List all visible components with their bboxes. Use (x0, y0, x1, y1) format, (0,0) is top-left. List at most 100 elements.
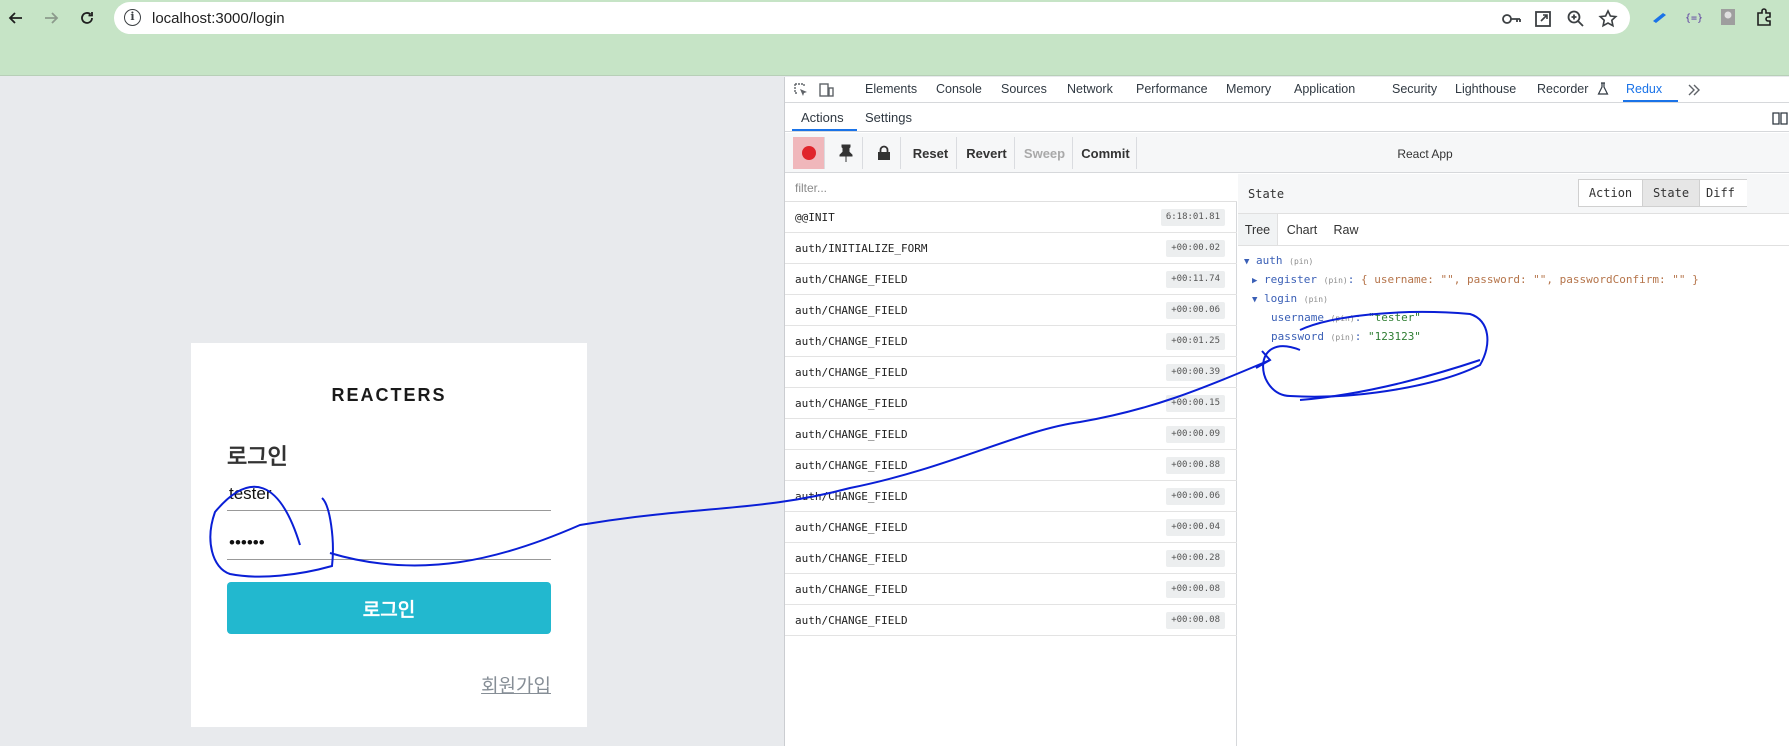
tab-redux[interactable]: Redux (1626, 82, 1662, 96)
tab-console[interactable]: Console (936, 82, 982, 96)
page-viewport: REACTERS 로그인 로그인 회원가입 (0, 77, 784, 746)
action-row[interactable]: auth/CHANGE_FIELD +00:00.08 (785, 605, 1237, 636)
svg-text:{=}: {=} (1685, 13, 1703, 24)
site-info-icon[interactable]: i (124, 9, 141, 26)
action-row[interactable]: auth/CHANGE_FIELD +00:00.28 (785, 543, 1237, 574)
brand-logo[interactable]: REACTERS (191, 385, 587, 406)
tree-node-login[interactable]: ▼ login (pin) (1252, 292, 1328, 305)
expanded-arrow-icon: ▼ (1252, 295, 1258, 305)
action-time: +00:00.28 (1166, 550, 1225, 567)
book-icon[interactable] (1771, 109, 1789, 127)
instance-selector[interactable]: React App (1125, 147, 1725, 161)
tab-memory[interactable]: Memory (1226, 82, 1271, 96)
action-time: +00:00.15 (1166, 395, 1225, 412)
extension-blue-icon[interactable] (1648, 6, 1670, 28)
tab-network[interactable]: Network (1067, 82, 1113, 96)
revert-button[interactable]: Revert (959, 137, 1015, 169)
forward-arrow-icon[interactable] (39, 6, 63, 30)
action-name: auth/CHANGE_FIELD (795, 272, 908, 286)
tab-recorder[interactable]: Recorder (1537, 82, 1588, 96)
action-time: +00:00.39 (1166, 364, 1225, 381)
tree-node-register[interactable]: ▶ register (pin): { username: "", passwo… (1252, 273, 1699, 286)
lock-button[interactable] (867, 137, 901, 169)
record-button[interactable] (793, 137, 825, 169)
pin-label[interactable]: (pin) (1331, 314, 1355, 323)
extension-redux-icon[interactable]: {=} (1682, 6, 1704, 28)
password-key-icon[interactable] (1500, 8, 1522, 30)
action-row[interactable]: auth/CHANGE_FIELD +00:00.88 (785, 450, 1237, 481)
action-time: +00:00.88 (1166, 457, 1225, 474)
action-row[interactable]: auth/CHANGE_FIELD +00:00.15 (785, 388, 1237, 419)
filter-field-wrapper (785, 174, 1237, 202)
reload-icon[interactable] (75, 6, 99, 30)
action-name: auth/CHANGE_FIELD (795, 396, 908, 410)
bookmark-star-icon[interactable] (1597, 8, 1619, 30)
pin-button[interactable] (829, 137, 863, 169)
reset-button[interactable]: Reset (905, 137, 957, 169)
tree-key: password (1271, 330, 1324, 343)
tree-node-auth[interactable]: ▼ auth (pin) (1244, 254, 1313, 267)
sweep-button[interactable]: Sweep (1017, 137, 1073, 169)
extensions-icon[interactable] (1753, 6, 1775, 28)
action-row[interactable]: @@INIT 6:18:01.81 (785, 202, 1237, 233)
view-tab-tree[interactable]: Tree (1238, 214, 1278, 245)
tab-sources[interactable]: Sources (1001, 82, 1047, 96)
action-time: 6:18:01.81 (1160, 209, 1225, 226)
url-text[interactable]: localhost:3000/login (152, 10, 285, 27)
action-name: auth/CHANGE_FIELD (795, 520, 908, 534)
tab-application[interactable]: Application (1294, 82, 1355, 96)
zoom-icon[interactable] (1565, 8, 1587, 30)
active-subtab-indicator (792, 129, 857, 131)
action-row[interactable]: auth/CHANGE_FIELD +00:01.25 (785, 326, 1237, 357)
action-row[interactable]: auth/CHANGE_FIELD +00:00.39 (785, 357, 1237, 388)
filter-input[interactable] (785, 174, 1237, 201)
subtab-actions[interactable]: Actions (801, 110, 844, 125)
action-row[interactable]: auth/INITIALIZE_FORM +00:00.02 (785, 233, 1237, 264)
password-input[interactable] (227, 526, 551, 559)
tab-performance[interactable]: Performance (1136, 82, 1208, 96)
action-time: +00:00.06 (1166, 488, 1225, 505)
action-time: +00:00.04 (1166, 519, 1225, 536)
mode-diff-button[interactable]: Diff (1699, 179, 1747, 207)
subtab-settings[interactable]: Settings (865, 110, 912, 125)
pin-label[interactable]: (pin) (1324, 276, 1348, 285)
action-time: +00:00.08 (1166, 612, 1225, 629)
signup-link[interactable]: 회원가입 (481, 671, 551, 698)
tab-lighthouse[interactable]: Lighthouse (1455, 82, 1516, 96)
action-row[interactable]: auth/CHANGE_FIELD +00:00.06 (785, 295, 1237, 326)
action-name: auth/CHANGE_FIELD (795, 427, 908, 441)
address-bar[interactable]: i localhost:3000/login (114, 2, 1630, 34)
action-row[interactable]: auth/CHANGE_FIELD +00:00.09 (785, 419, 1237, 450)
login-card: REACTERS 로그인 로그인 회원가입 (191, 343, 587, 727)
pin-label[interactable]: (pin) (1304, 295, 1328, 304)
action-row[interactable]: auth/CHANGE_FIELD +00:00.06 (785, 481, 1237, 512)
tree-value: "tester" (1367, 311, 1421, 324)
action-row[interactable]: auth/CHANGE_FIELD +00:00.08 (785, 574, 1237, 605)
action-name: auth/CHANGE_FIELD (795, 303, 908, 317)
action-row[interactable]: auth/CHANGE_FIELD +00:00.04 (785, 512, 1237, 543)
device-toolbar-icon[interactable] (817, 81, 835, 99)
action-name: auth/INITIALIZE_FORM (795, 241, 928, 255)
username-field-wrapper (227, 477, 551, 511)
tab-security[interactable]: Security (1392, 82, 1437, 96)
devtools-panel: Elements Console Sources Network Perform… (784, 77, 1789, 746)
login-button[interactable]: 로그인 (227, 582, 551, 634)
back-arrow-icon[interactable] (4, 6, 28, 30)
action-time: +00:00.08 (1166, 581, 1225, 598)
pin-label[interactable]: (pin) (1331, 333, 1355, 342)
action-name: auth/CHANGE_FIELD (795, 551, 908, 565)
more-tabs-chevron-icon[interactable] (1685, 81, 1703, 99)
pin-label[interactable]: (pin) (1289, 257, 1313, 266)
inspect-element-icon[interactable] (792, 81, 810, 99)
install-app-icon[interactable] (1532, 8, 1554, 30)
mode-action-button[interactable]: Action (1578, 179, 1643, 207)
action-row[interactable]: auth/CHANGE_FIELD +00:11.74 (785, 264, 1237, 295)
username-input[interactable] (227, 477, 551, 510)
mode-state-button[interactable]: State (1642, 179, 1700, 207)
view-tab-raw[interactable]: Raw (1326, 214, 1366, 245)
extension-avatar-icon[interactable] (1717, 6, 1739, 28)
view-tab-chart[interactable]: Chart (1278, 214, 1326, 245)
tab-elements[interactable]: Elements (865, 82, 917, 96)
password-field-wrapper (227, 526, 551, 560)
action-name: @@INIT (795, 210, 835, 224)
